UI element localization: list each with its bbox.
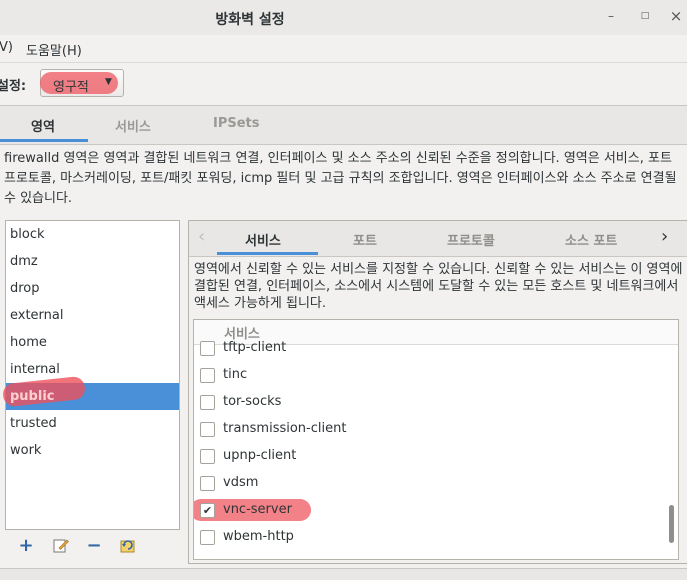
chevron-down-icon: ▼	[105, 77, 112, 87]
services-description: 영역에서 신뢰할 수 있는 서비스를 지정할 수 있습니다. 신뢰할 수 있는 …	[194, 262, 683, 311]
chevron-right-icon[interactable]: ›	[661, 226, 668, 247]
config-label: 설정:	[0, 79, 27, 94]
service-row-vnc-server[interactable]: ✔ vnc-server	[194, 497, 678, 524]
active-subtab-indicator	[217, 252, 318, 255]
service-name: tinc	[223, 367, 248, 382]
menu-view[interactable]: V)	[0, 40, 13, 55]
tab-zones[interactable]: 영역	[31, 116, 55, 135]
zone-item-dmz[interactable]: dmz	[6, 248, 179, 275]
menu-bar	[0, 35, 687, 63]
services-list: 서비스 tftp-client tinc tor-socks transmiss…	[193, 319, 679, 560]
status-bar	[0, 568, 687, 580]
minimize-icon[interactable]: –	[601, 6, 621, 26]
service-row-vdsm[interactable]: vdsm	[194, 470, 678, 497]
zone-item-trusted[interactable]: trusted	[6, 410, 179, 437]
tab-ipsets[interactable]: IPSets	[213, 116, 260, 131]
service-checkbox[interactable]	[200, 422, 215, 437]
subtab-protocols[interactable]: 프로토콜	[447, 230, 495, 249]
service-row-tftp-client[interactable]: tftp-client	[194, 335, 678, 362]
zone-item-public[interactable]: public	[2, 375, 179, 410]
edit-icon[interactable]	[52, 537, 70, 555]
service-checkbox[interactable]: ✔	[200, 503, 215, 518]
services-scrollbar[interactable]	[669, 505, 674, 543]
zone-item-work[interactable]: work	[6, 437, 179, 464]
close-icon[interactable]: ×	[666, 6, 686, 26]
service-checkbox[interactable]	[200, 476, 215, 491]
zone-item-external[interactable]: external	[6, 302, 179, 329]
add-icon[interactable]: +	[17, 537, 35, 555]
window-title: 방화벽 설정	[215, 12, 285, 28]
config-row: 설정: 영구적 ▼	[0, 63, 687, 105]
main-tabs	[0, 105, 687, 145]
service-checkbox[interactable]	[200, 395, 215, 410]
subtab-ports[interactable]: 포트	[353, 230, 377, 249]
zone-list: block dmz drop external home internal pu…	[2, 220, 180, 530]
service-row-wbem-http[interactable]: wbem-http	[194, 524, 678, 551]
zone-item-home[interactable]: home	[6, 329, 179, 356]
service-checkbox[interactable]	[200, 368, 215, 383]
service-name: vdsm	[223, 475, 259, 490]
service-name: upnp-client	[223, 448, 297, 463]
menu-help[interactable]: 도움말(H)	[26, 40, 82, 59]
service-name: wbem-http	[223, 529, 294, 544]
zone-item-block[interactable]: block	[6, 221, 179, 248]
zone-description: firewalld 영역은 영역과 결합된 네트워크 연결, 인터페이스 및 소…	[4, 151, 677, 206]
service-row-transmission-client[interactable]: transmission-client	[194, 416, 678, 443]
service-name: vnc-server	[223, 502, 292, 517]
chevron-left-icon[interactable]: ‹	[198, 226, 205, 247]
config-value: 영구적	[53, 80, 89, 95]
service-row-tinc[interactable]: tinc	[194, 362, 678, 389]
zone-item-internal[interactable]: internal	[6, 356, 179, 383]
config-dropdown[interactable]: 영구적 ▼	[40, 69, 124, 97]
service-name: tftp-client	[223, 340, 287, 355]
service-name: transmission-client	[223, 421, 347, 436]
tab-services[interactable]: 서비스	[115, 116, 151, 135]
maximize-icon[interactable]: □	[635, 6, 655, 26]
service-row-upnp-client[interactable]: upnp-client	[194, 443, 678, 470]
zone-item-label: public	[10, 389, 55, 404]
service-name: tor-socks	[223, 394, 282, 409]
active-tab-indicator	[0, 139, 88, 142]
remove-icon[interactable]: −	[85, 537, 103, 555]
service-checkbox[interactable]	[200, 449, 215, 464]
zone-item-drop[interactable]: drop	[6, 275, 179, 302]
zone-toolbar: + −	[5, 530, 180, 564]
service-checkbox[interactable]	[200, 341, 215, 356]
service-checkbox[interactable]	[200, 530, 215, 545]
subtab-source-ports[interactable]: 소스 포트	[565, 230, 617, 249]
service-row-tor-socks[interactable]: tor-socks	[194, 389, 678, 416]
subtab-services[interactable]: 서비스	[245, 230, 281, 249]
load-defaults-icon[interactable]	[119, 537, 137, 555]
